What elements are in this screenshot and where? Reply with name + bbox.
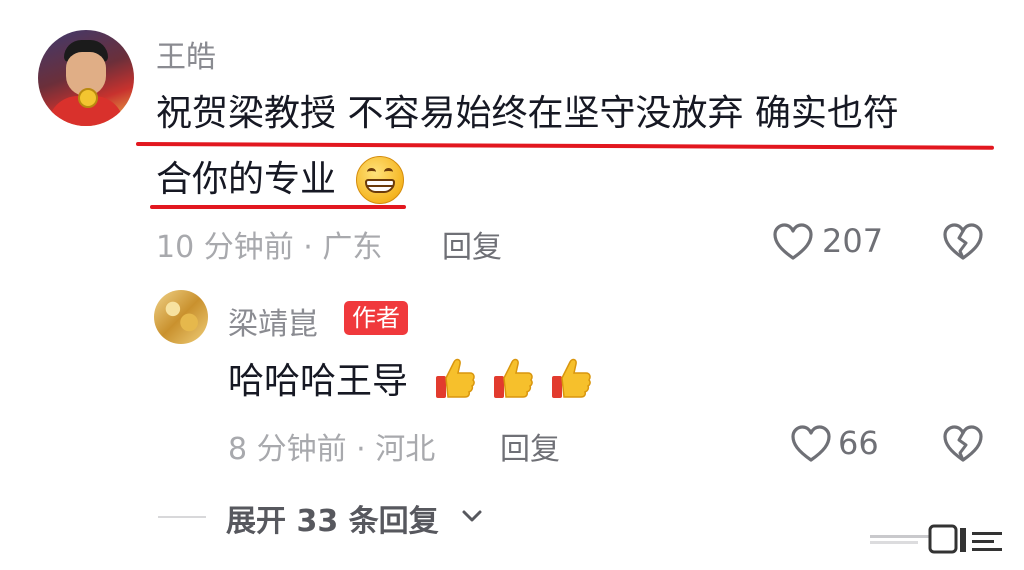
grinning-face-emoji (356, 156, 404, 204)
like-count: 66 (838, 424, 879, 462)
divider (158, 516, 206, 518)
thumbs-up-emoji (494, 358, 533, 398)
thumbs-up-emoji (436, 358, 475, 398)
expand-replies-button[interactable]: 展开 33 条回复 (226, 496, 439, 540)
chevron-down-icon[interactable] (460, 506, 484, 526)
heart-outline-icon[interactable] (772, 222, 814, 262)
reply-button[interactable]: 回复 (500, 424, 560, 468)
highlight-underline (135, 142, 995, 150)
reply-meta: 8 分钟前 · 河北 (228, 432, 436, 467)
like-count: 207 (822, 222, 884, 260)
highlight-underline (150, 205, 406, 209)
avatar[interactable] (154, 290, 208, 344)
author-badge: 作者 (344, 301, 408, 335)
comment-meta: 10 分钟前 · 广东 (156, 230, 383, 265)
watermark-logo (870, 524, 1002, 554)
comment-username[interactable]: 王皓 (156, 32, 216, 76)
reply-button[interactable]: 回复 (442, 222, 502, 266)
thumbs-up-emoji (552, 358, 591, 398)
broken-heart-icon[interactable] (942, 222, 984, 262)
comment-text-line-1: 祝贺梁教授 不容易始终在坚守没放弃 确实也符 (156, 93, 899, 134)
comment-username[interactable]: 梁靖崑 (228, 299, 318, 343)
broken-heart-icon[interactable] (942, 424, 984, 464)
avatar[interactable] (38, 30, 134, 126)
heart-outline-icon[interactable] (790, 424, 832, 464)
comment-text-line-2: 合你的专业 (156, 159, 337, 200)
reply-text: 哈哈哈王导 (228, 361, 409, 402)
